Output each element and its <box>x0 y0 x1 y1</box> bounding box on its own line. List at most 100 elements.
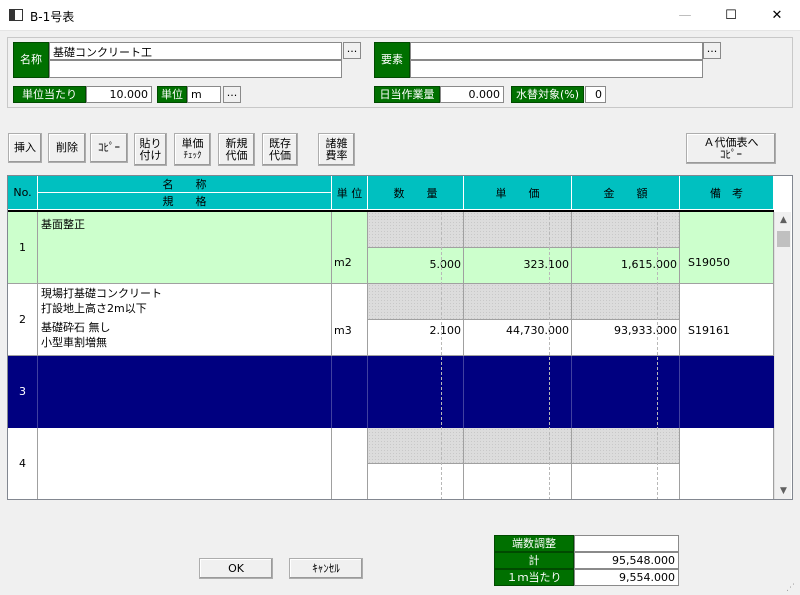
copy-to-a-table-button[interactable]: Ａ代価表へ ｺﾋﾟｰ <box>686 133 776 164</box>
row-name-cell[interactable]: 基面整正 <box>38 212 332 284</box>
per-m-value: 9,554.000 <box>574 569 679 586</box>
delete-button[interactable]: 削除 <box>48 133 86 163</box>
cancel-button[interactable]: ｷｬﾝｾﾙ <box>289 558 363 579</box>
water-target-input[interactable]: 0 <box>585 86 606 103</box>
row-amount-upper <box>572 284 680 320</box>
name-input[interactable]: 基礎コンクリート工 <box>49 42 342 60</box>
col-header-qty[interactable]: 数 量 <box>368 176 464 210</box>
row-spec: 小型車割増無 <box>41 336 107 349</box>
col-header-price[interactable]: 単 価 <box>464 176 572 210</box>
col-header-no[interactable]: No. <box>8 176 38 210</box>
row-no: 4 <box>8 428 38 499</box>
row-price-upper <box>464 212 572 248</box>
row-name-cell[interactable]: 現場打基礎コンクリート 打設地上高さ2m以下 基礎砕石 無し 小型車割増無 <box>38 284 332 356</box>
price-check-button[interactable]: 単価 ﾁｪｯｸ <box>174 133 211 166</box>
grid-guide <box>657 212 658 499</box>
name-label: 名称 <box>13 42 49 78</box>
row-name: 基面整正 <box>41 218 85 231</box>
col-header-spec[interactable]: 規 格 <box>38 193 332 210</box>
row-amount[interactable] <box>572 356 680 428</box>
rounding-value[interactable] <box>574 535 679 552</box>
row-name-cell[interactable] <box>38 428 332 499</box>
grid-guide <box>549 212 550 499</box>
misc-rate-button[interactable]: 諸雑 費率 <box>318 133 355 166</box>
col-header-name[interactable]: 名 称 <box>38 176 332 193</box>
daily-work-input[interactable]: 0.000 <box>440 86 504 103</box>
water-target-label: 水替対象(%) <box>511 86 584 103</box>
per-unit-input[interactable]: 10.000 <box>86 86 152 103</box>
element-label: 要素 <box>374 42 410 78</box>
unit-input[interactable]: m <box>187 86 221 103</box>
row-qty-upper <box>368 212 464 248</box>
name-input-2[interactable] <box>49 60 342 78</box>
row-price-upper <box>464 428 572 464</box>
paste-button[interactable]: 貼り 付け <box>134 133 167 166</box>
row-name-cell[interactable] <box>38 356 332 428</box>
per-unit-label: 単位当たり <box>13 86 86 103</box>
row-qty[interactable] <box>368 464 464 499</box>
close-button[interactable]: ✕ <box>754 0 800 31</box>
unit-label: 単位 <box>157 86 187 103</box>
table-row[interactable]: 4 <box>8 428 774 499</box>
minimize-button[interactable]: — <box>662 0 708 31</box>
total-value: 95,548.000 <box>574 552 679 569</box>
col-header-note[interactable]: 備 考 <box>680 176 774 210</box>
row-price[interactable]: 44,730.000 <box>464 320 572 356</box>
row-note[interactable] <box>680 356 774 428</box>
col-header-unit[interactable]: 単 位 <box>332 176 368 210</box>
grid-guide <box>441 212 442 499</box>
row-qty[interactable] <box>368 356 464 428</box>
resize-grip-icon[interactable]: ⋰ <box>786 582 798 594</box>
row-name: 現場打基礎コンクリート <box>41 287 162 300</box>
table-row[interactable]: 2 現場打基礎コンクリート 打設地上高さ2m以下 基礎砕石 無し 小型車割増無 … <box>8 284 774 356</box>
row-unit[interactable]: m2 <box>332 212 368 284</box>
row-amount[interactable]: 93,933.000 <box>572 320 680 356</box>
name-browse-button[interactable]: ... <box>343 42 361 59</box>
insert-button[interactable]: 挿入 <box>8 133 42 163</box>
row-no: 2 <box>8 284 38 356</box>
row-note[interactable] <box>680 428 774 499</box>
scroll-up-icon[interactable]: ▲ <box>775 212 792 228</box>
new-price-button[interactable]: 新規 代価 <box>218 133 255 166</box>
item-grid: No. 名 称 規 格 単 位 数 量 単 価 金 額 備 考 1 基面整正 m… <box>7 175 793 500</box>
unit-browse-button[interactable]: ... <box>223 86 241 103</box>
row-spec: 基礎砕石 無し <box>41 321 111 334</box>
row-qty-upper <box>368 284 464 320</box>
row-amount-upper <box>572 428 680 464</box>
row-price[interactable]: 323.100 <box>464 248 572 284</box>
col-header-amount[interactable]: 金 額 <box>572 176 680 210</box>
row-amount[interactable] <box>572 464 680 499</box>
row-price[interactable] <box>464 356 572 428</box>
per-m-label: １ｍ当たり <box>494 569 574 586</box>
window-title: B-1号表 <box>30 10 75 24</box>
table-row[interactable]: 1 基面整正 m2 5.000 323.100 1,615.000 S19050 <box>8 212 774 284</box>
row-amount[interactable]: 1,615.000 <box>572 248 680 284</box>
row-unit[interactable]: m3 <box>332 284 368 356</box>
row-spec: 打設地上高さ2m以下 <box>41 302 147 315</box>
app-icon <box>9 9 23 21</box>
row-no: 3 <box>8 356 38 428</box>
ok-button[interactable]: OK <box>199 558 273 579</box>
row-unit[interactable] <box>332 428 368 499</box>
scroll-thumb[interactable] <box>777 231 790 247</box>
row-amount-upper <box>572 212 680 248</box>
element-input[interactable] <box>410 42 703 60</box>
daily-work-label: 日当作業量 <box>374 86 440 103</box>
element-browse-button[interactable]: ... <box>703 42 721 59</box>
row-qty[interactable]: 5.000 <box>368 248 464 284</box>
row-note[interactable]: S19050 <box>680 212 774 284</box>
vertical-scrollbar[interactable]: ▲ ▼ <box>774 212 791 499</box>
maximize-button[interactable]: ☐ <box>708 0 754 31</box>
table-row-selected[interactable]: 3 <box>8 356 774 428</box>
row-unit[interactable] <box>332 356 368 428</box>
row-note[interactable]: S19161 <box>680 284 774 356</box>
rounding-label: 端数調整 <box>494 535 574 552</box>
row-qty-upper <box>368 428 464 464</box>
element-input-2[interactable] <box>410 60 703 78</box>
scroll-down-icon[interactable]: ▼ <box>775 483 792 499</box>
row-price[interactable] <box>464 464 572 499</box>
copy-button[interactable]: ｺﾋﾟｰ <box>90 133 128 163</box>
row-price-upper <box>464 284 572 320</box>
existing-price-button[interactable]: 既存 代価 <box>262 133 298 166</box>
row-qty[interactable]: 2.100 <box>368 320 464 356</box>
